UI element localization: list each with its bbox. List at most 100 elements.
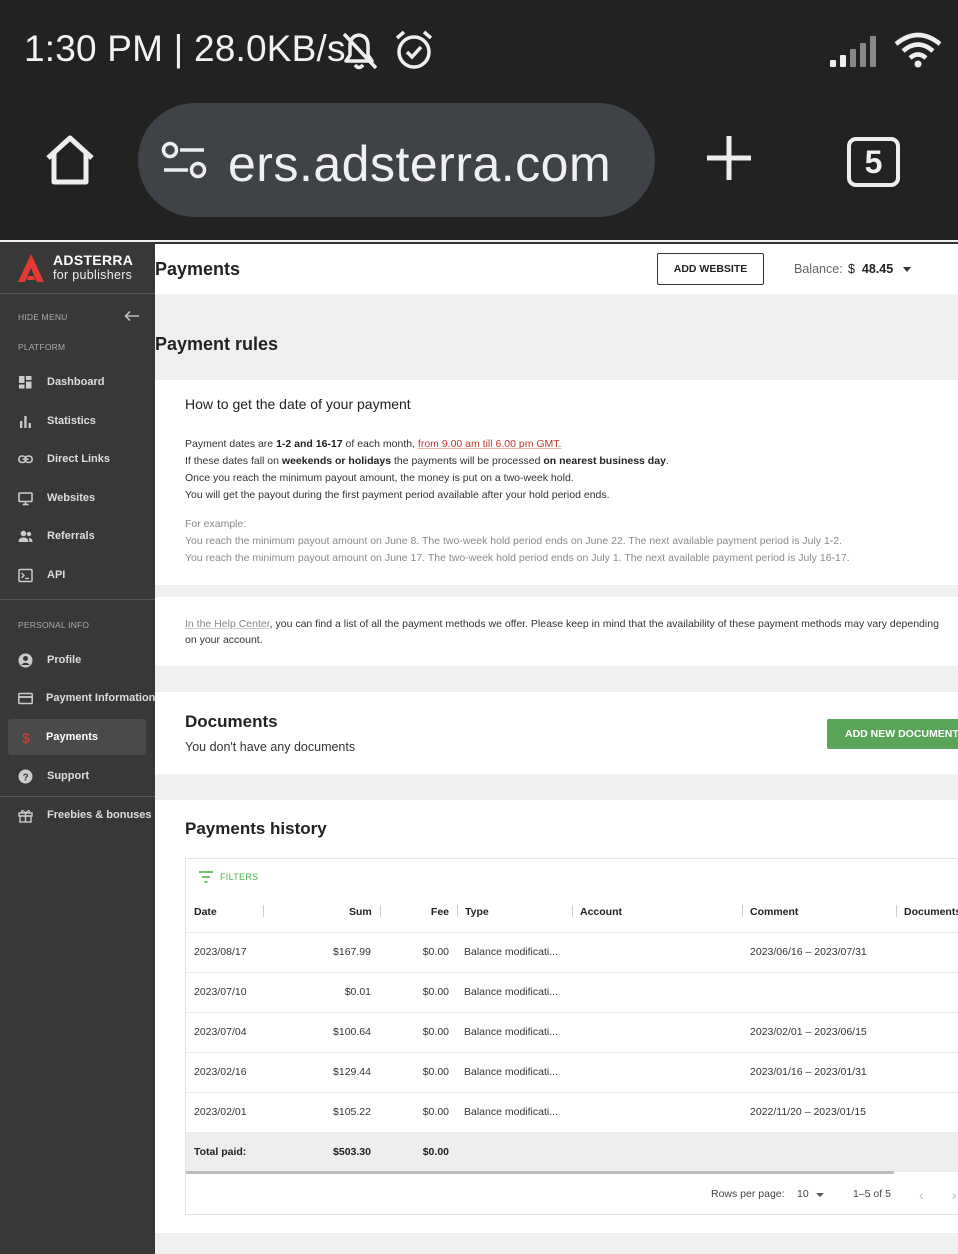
- section-platform: PLATFORM: [18, 342, 66, 352]
- sidebar-item-websites[interactable]: Websites: [8, 480, 146, 516]
- documents-empty-text: You don't have any documents: [185, 740, 356, 754]
- page-header: Payments ADD WEBSITE Balance: $ 48.45: [155, 242, 958, 294]
- add-website-button[interactable]: ADD WEBSITE: [657, 253, 764, 285]
- sidebar-item-payment-information[interactable]: Payment Information: [8, 680, 155, 716]
- chevron-left-icon[interactable]: ‹: [919, 1187, 924, 1203]
- column-header-date[interactable]: Date: [194, 906, 217, 918]
- payment-methods-note-card: In the Help Center, you can find a list …: [155, 597, 958, 666]
- rows-per-page-select[interactable]: 10: [797, 1188, 809, 1200]
- svg-text:?: ?: [23, 773, 29, 784]
- site-settings-icon[interactable]: [160, 141, 208, 181]
- balance-dropdown-icon[interactable]: [903, 267, 911, 272]
- table-row[interactable]: 2023/02/16 $129.44 $0.00 Balance modific…: [186, 1052, 958, 1092]
- status-time-speed: 1:30 PM | 28.0KB/s: [24, 28, 346, 69]
- sidebar-item-label: Freebies & bonuses: [47, 809, 152, 821]
- column-separator: [896, 905, 897, 917]
- cell-fee: $0.00: [422, 1066, 449, 1078]
- filter-icon: [199, 871, 213, 883]
- adsterra-logo-mark-icon: [18, 254, 44, 282]
- sidebar-item-referrals[interactable]: Referrals: [8, 518, 146, 554]
- sidebar-item-label: Statistics: [47, 415, 96, 427]
- total-sum: $503.30: [333, 1146, 371, 1158]
- sidebar-item-label: Payment Information: [46, 692, 156, 704]
- column-separator: [742, 905, 743, 917]
- rules-line-4: You will get the payout during the first…: [185, 489, 610, 501]
- address-bar[interactable]: ers.adsterra.com: [138, 103, 655, 217]
- column-separator: [457, 905, 458, 917]
- balance-label: Balance:: [794, 262, 843, 276]
- sidebar-item-label: Websites: [47, 492, 96, 504]
- adsterra-logo[interactable]: ADSTERRA for publishers: [0, 242, 155, 294]
- column-header-comment[interactable]: Comment: [750, 906, 798, 918]
- rows-per-page-dropdown-icon[interactable]: [816, 1193, 824, 1197]
- url-text[interactable]: ers.adsterra.com: [228, 135, 611, 193]
- alarm-icon: [395, 30, 433, 69]
- column-header-fee[interactable]: Fee: [429, 906, 449, 918]
- payment-time-window: from 9.00 am till 6.00 pm GMT: [417, 438, 559, 450]
- new-tab-icon[interactable]: [704, 133, 754, 183]
- cell-sum: $167.99: [333, 946, 371, 958]
- sidebar-item-support[interactable]: ? Support: [8, 758, 146, 794]
- column-header-sum[interactable]: Sum: [349, 906, 372, 918]
- payment-rules-heading: Payment rules: [155, 334, 279, 354]
- example-line-2: You reach the minimum payout amount on J…: [185, 552, 850, 564]
- table-row[interactable]: 2023/08/17 $167.99 $0.00 Balance modific…: [186, 932, 958, 972]
- bell-off-icon: [342, 32, 378, 70]
- payments-history-card: Payments history FILTERS Date Sum Fee Ty…: [155, 800, 958, 1233]
- page-title: Payments: [155, 259, 241, 279]
- sidebar-item-dashboard[interactable]: Dashboard: [8, 364, 146, 400]
- total-row: Total paid: $503.30 $0.00: [186, 1132, 958, 1172]
- bar-chart-icon: [20, 416, 31, 428]
- cell-type: Balance modificati...: [464, 946, 558, 958]
- balance-amount: 48.45: [861, 262, 894, 276]
- cell-type: Balance modificati...: [464, 1066, 558, 1078]
- methods-note-line-1: In the Help Center, you can find a list …: [185, 618, 939, 630]
- sidebar-item-payments[interactable]: $ Payments: [8, 719, 146, 755]
- cell-fee: $0.00: [422, 1026, 449, 1038]
- chevron-right-icon[interactable]: ›: [952, 1187, 957, 1203]
- sidebar-item-label: Payments: [46, 731, 98, 743]
- balance-value[interactable]: $ 48.45: [848, 262, 893, 276]
- table-row[interactable]: 2023/07/04 $100.64 $0.00 Balance modific…: [186, 1012, 958, 1052]
- cell-date: 2023/02/16: [194, 1066, 247, 1078]
- payment-rules-card: How to get the date of your payment Paym…: [155, 380, 958, 585]
- sidebar-item-label: Dashboard: [47, 376, 105, 388]
- sidebar-item-profile[interactable]: Profile: [8, 642, 146, 678]
- cell-date: 2023/08/17: [194, 946, 247, 958]
- add-new-document-button[interactable]: ADD NEW DOCUMENT: [827, 719, 958, 749]
- tab-switcher-button[interactable]: 5: [847, 137, 900, 187]
- wifi-icon: [894, 32, 942, 68]
- cell-sum: $100.64: [333, 1026, 371, 1038]
- total-label: Total paid:: [194, 1146, 247, 1158]
- sidebar-item-statistics[interactable]: Statistics: [8, 403, 146, 439]
- column-header-type[interactable]: Type: [465, 906, 489, 918]
- table-row[interactable]: 2023/07/10 $0.01 $0.00 Balance modificat…: [186, 972, 958, 1012]
- sidebar-item-api[interactable]: API: [8, 557, 146, 593]
- sidebar-item-direct-links[interactable]: Direct Links: [8, 441, 146, 477]
- sidebar-item-label: Referrals: [47, 530, 95, 542]
- table-row[interactable]: 2023/02/01 $105.22 $0.00 Balance modific…: [186, 1092, 958, 1132]
- help-center-link[interactable]: In the Help Center: [185, 618, 270, 630]
- sidebar-item-label: Direct Links: [47, 453, 110, 465]
- dollar-icon: $: [22, 730, 30, 745]
- rules-line-3: Once you reach the minimum payout amount…: [185, 472, 574, 484]
- home-icon[interactable]: [40, 130, 100, 190]
- sidebar-item-freebies[interactable]: Freebies & bonuses: [8, 797, 152, 833]
- column-header-documents[interactable]: Documents: [904, 906, 958, 918]
- cell-date: 2023/07/10: [194, 986, 247, 998]
- arrow-left-icon[interactable]: [124, 310, 140, 322]
- cell-sum: $105.22: [333, 1106, 371, 1118]
- horizontal-scrollbar[interactable]: [186, 1171, 894, 1174]
- column-separator: [263, 905, 264, 917]
- column-header-account[interactable]: Account: [580, 906, 622, 918]
- cell-type: Balance modificati...: [464, 1026, 558, 1038]
- hide-menu-label[interactable]: HIDE MENU: [18, 312, 68, 322]
- cell-date: 2023/02/01: [194, 1106, 247, 1118]
- rules-line-1: Payment dates are 1-2 and 16-17 of each …: [185, 438, 562, 450]
- balance-currency: $: [848, 262, 855, 276]
- browser-toolbar: ers.adsterra.com 5: [0, 100, 958, 240]
- cell-comment: 2022/11/20 – 2023/01/15: [750, 1106, 866, 1118]
- cell-comment: 2023/06/16 – 2023/07/31: [750, 946, 867, 958]
- filters-label: FILTERS: [220, 872, 259, 882]
- svg-text:$: $: [22, 730, 30, 745]
